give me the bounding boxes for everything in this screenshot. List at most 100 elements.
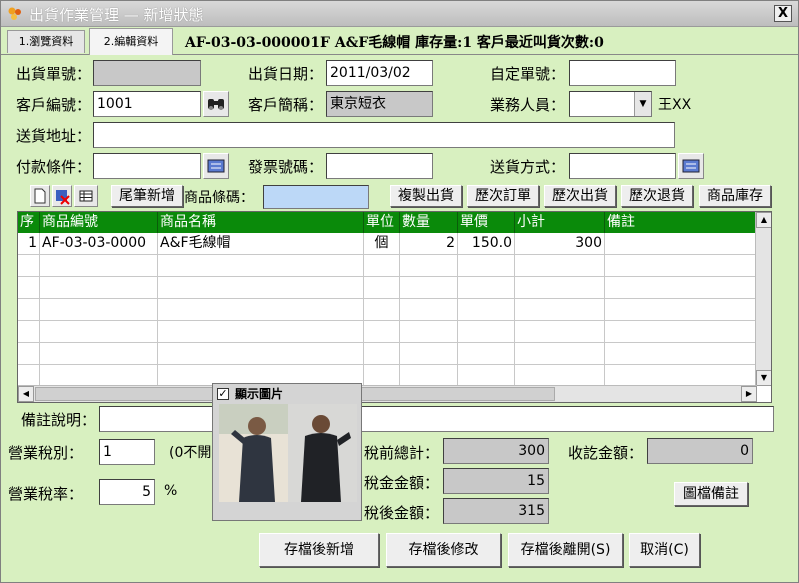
- table-row[interactable]: [18, 365, 757, 387]
- tax-rate-unit: %: [164, 483, 178, 499]
- chevron-down-icon[interactable]: ▼: [634, 92, 651, 116]
- main-window: 出貨作業管理 — 新增狀態 X 1.瀏覽資料 2.編輯資料 AF-03-03-0…: [0, 0, 799, 583]
- column-header[interactable]: 商品編號: [40, 212, 158, 233]
- scroll-up-icon[interactable]: ▲: [756, 212, 771, 228]
- notepad-icon: [207, 159, 225, 173]
- photo-panel-header: ✓ 顯示圖片: [213, 384, 361, 404]
- close-button[interactable]: X: [774, 5, 792, 22]
- scroll-right-icon[interactable]: ▶: [741, 386, 757, 402]
- barcode-label: 商品條碼：: [184, 190, 254, 206]
- save-and-new-button[interactable]: 存檔後新增: [259, 533, 379, 567]
- column-header[interactable]: 單價: [458, 212, 515, 233]
- window-title: 出貨作業管理 — 新增狀態: [29, 6, 204, 24]
- save-and-exit-button[interactable]: 存檔後離開(S): [508, 533, 623, 567]
- table-row[interactable]: [18, 277, 757, 299]
- customer-short-field[interactable]: 東京短衣: [326, 91, 433, 117]
- return-history-button[interactable]: 歷次退貨: [621, 185, 693, 207]
- delivery-lookup-button[interactable]: [678, 153, 704, 179]
- row-product-code[interactable]: AF-03-03-0000: [40, 233, 158, 255]
- append-row-button[interactable]: 尾筆新增: [111, 185, 183, 207]
- payment-label: 付款條件：: [16, 158, 92, 176]
- invoice-field[interactable]: [326, 153, 433, 179]
- tax-amount-field: 15: [443, 468, 549, 494]
- new-document-icon: [34, 188, 46, 204]
- column-header[interactable]: 商品名稱: [158, 212, 364, 233]
- table-row[interactable]: [18, 321, 757, 343]
- photo-panel: ✓ 顯示圖片: [212, 383, 362, 521]
- customer-search-button[interactable]: [203, 91, 229, 117]
- copy-shipment-button[interactable]: 複製出貨: [390, 185, 462, 207]
- row-seq: 1: [18, 233, 40, 255]
- barcode-input[interactable]: [263, 185, 369, 209]
- payment-field[interactable]: [93, 153, 201, 179]
- delete-row-button[interactable]: [52, 185, 72, 207]
- tax-type-label: 營業稅別：: [8, 444, 84, 462]
- tab-edit[interactable]: 2.編輯資料: [89, 28, 173, 55]
- customer-short-label: 客戶簡稱：: [248, 96, 324, 114]
- tax-type-hint: (0不開: [169, 445, 212, 461]
- row-subtotal: 300: [515, 233, 605, 255]
- received-field: 0: [647, 438, 753, 464]
- save-and-edit-button[interactable]: 存檔後修改: [386, 533, 501, 567]
- received-label: 收訖金額：: [568, 444, 644, 462]
- order-history-button[interactable]: 歷次訂單: [467, 185, 539, 207]
- tax-rate-label: 營業稅率：: [8, 485, 84, 503]
- column-header[interactable]: 數量: [400, 212, 458, 233]
- shipment-history-button[interactable]: 歷次出貨: [544, 185, 616, 207]
- payment-lookup-button[interactable]: [203, 153, 229, 179]
- table-row[interactable]: [18, 255, 757, 277]
- scroll-left-icon[interactable]: ◀: [18, 386, 34, 402]
- salesperson-name: 王XX: [658, 97, 692, 113]
- invoice-label: 發票號碼：: [248, 158, 324, 176]
- after-tax-label: 稅後金額：: [364, 504, 440, 522]
- delete-icon: [56, 190, 70, 205]
- scroll-down-icon[interactable]: ▼: [756, 370, 771, 386]
- row-product-name[interactable]: A&F毛線帽: [158, 233, 364, 255]
- row-quantity[interactable]: 2: [400, 233, 458, 255]
- grid-view-button[interactable]: [74, 185, 98, 207]
- product-stock-button[interactable]: 商品庫存: [699, 185, 771, 207]
- show-photo-label: 顯示圖片: [235, 387, 284, 401]
- grid-horizontal-scrollbar[interactable]: ◀ ▶: [18, 385, 757, 402]
- table-row[interactable]: 1 AF-03-03-0000 A&F毛線帽 個 2 150.0 300: [18, 233, 757, 255]
- customer-code-field[interactable]: 1001: [93, 91, 201, 117]
- remarks-field[interactable]: [99, 406, 774, 432]
- row-unit[interactable]: 個: [364, 233, 400, 255]
- tax-amount-label: 稅金金額：: [364, 474, 440, 492]
- table-icon: [79, 190, 93, 202]
- custom-no-label: 自定單號：: [490, 65, 566, 83]
- address-field[interactable]: [93, 122, 675, 148]
- image-note-button[interactable]: 圖檔備註: [674, 482, 748, 506]
- ship-date-field[interactable]: 2011/03/02: [326, 60, 433, 86]
- cancel-button[interactable]: 取消(C): [629, 533, 700, 567]
- pretax-total-field: 300: [443, 438, 549, 464]
- tab-browse[interactable]: 1.瀏覽資料: [7, 30, 85, 53]
- title-bar: 出貨作業管理 — 新增狀態 X: [1, 1, 798, 27]
- salesperson-select[interactable]: ▼: [569, 91, 652, 117]
- notepad-icon: [682, 159, 700, 173]
- delivery-field[interactable]: [569, 153, 676, 179]
- ship-no-field[interactable]: [93, 60, 201, 86]
- address-label: 送貨地址：: [16, 127, 92, 145]
- grid-header: 序 商品編號 商品名稱 單位 數量 單價 小計 備註: [18, 212, 757, 233]
- column-header[interactable]: 序: [18, 212, 40, 233]
- grid-vertical-scrollbar[interactable]: ▲ ▼: [755, 212, 771, 386]
- row-remarks[interactable]: [605, 233, 757, 255]
- customer-code-label: 客戶編號：: [16, 96, 92, 114]
- column-header[interactable]: 單位: [364, 212, 400, 233]
- table-row[interactable]: [18, 299, 757, 321]
- tax-rate-field[interactable]: 5: [99, 479, 155, 505]
- after-tax-field: 315: [443, 498, 549, 524]
- ship-date-label: 出貨日期：: [248, 65, 324, 83]
- column-header[interactable]: 備註: [605, 212, 757, 233]
- column-header[interactable]: 小計: [515, 212, 605, 233]
- product-photo: [219, 404, 357, 502]
- custom-no-field[interactable]: [569, 60, 676, 86]
- pretax-total-label: 稅前總計：: [364, 444, 440, 462]
- tax-type-field[interactable]: 1: [99, 439, 155, 465]
- remarks-label: 備註說明：: [21, 411, 97, 429]
- table-row[interactable]: [18, 343, 757, 365]
- show-photo-checkbox[interactable]: ✓: [217, 388, 229, 400]
- row-unit-price[interactable]: 150.0: [458, 233, 515, 255]
- new-row-button[interactable]: [30, 185, 50, 207]
